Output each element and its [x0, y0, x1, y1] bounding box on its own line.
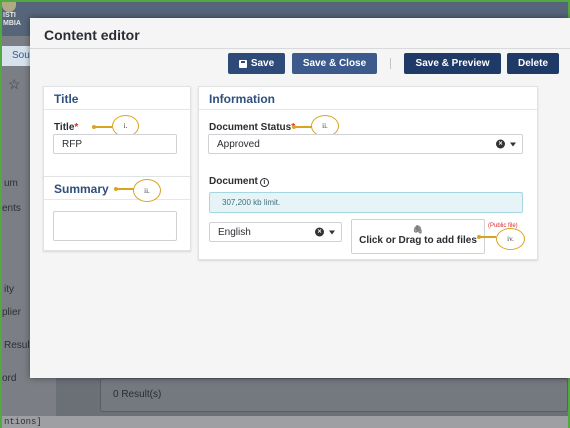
summary-textarea[interactable] [53, 211, 177, 241]
file-dropzone[interactable]: 🖇 Click or Drag to add files [351, 219, 485, 254]
save-close-button[interactable]: Save & Close [292, 53, 377, 74]
marker-leader-line [94, 126, 112, 128]
panel-divider [199, 109, 537, 110]
annotation-marker: iv. [496, 228, 525, 250]
status-bar: ntions] [2, 416, 568, 428]
annotation-marker: ii. [133, 179, 161, 202]
marker-leader-line [116, 188, 134, 190]
logo-sun-icon [2, 2, 16, 12]
clear-icon[interactable]: × [496, 139, 505, 149]
content-editor-modal: Content editor Save Save & Close Save & … [30, 18, 570, 378]
status-label-text: Document Status [209, 122, 292, 133]
language-select-value: English [218, 226, 251, 238]
language-select-controls: × [315, 227, 335, 237]
chevron-down-icon[interactable] [510, 142, 516, 146]
information-panel-heading: Information [209, 92, 275, 106]
star-icon[interactable]: ☆ [8, 76, 21, 93]
information-panel: Information Document Status* ii. Approve… [198, 86, 538, 260]
results-count: 0 Result(s) [100, 378, 568, 412]
file-size-limit-notice: 307,200 kb limit. [209, 192, 523, 213]
save-preview-button[interactable]: Save & Preview [404, 53, 501, 74]
title-panel: Title Title* i. RFP [43, 86, 191, 178]
language-select[interactable]: English × [209, 222, 342, 242]
header-divider [30, 48, 570, 49]
dropzone-label: Click or Drag to add files [359, 235, 477, 246]
marker-leader-line [479, 236, 496, 238]
document-status-label: Document Status* [209, 122, 295, 133]
paperclip-icon: 🖇 [412, 225, 424, 234]
panel-divider [44, 199, 190, 200]
title-label-text: Title [54, 122, 75, 133]
panel-divider [44, 109, 190, 110]
document-label: Document i [209, 176, 269, 187]
summary-panel: Summary ii. [43, 176, 191, 251]
clear-icon[interactable]: × [315, 227, 324, 237]
delete-button[interactable]: Delete [507, 53, 559, 74]
document-label-text: Document [209, 176, 258, 187]
status-select-controls: × [496, 139, 516, 149]
modal-title: Content editor [44, 27, 140, 43]
info-icon[interactable]: i [259, 178, 269, 187]
save-button[interactable]: Save [228, 53, 285, 74]
title-panel-heading: Title [54, 92, 79, 106]
marker-leader-line [294, 126, 312, 128]
title-input[interactable]: RFP [53, 134, 177, 154]
status-select-value: Approved [217, 138, 260, 150]
document-status-select[interactable]: Approved × [208, 134, 523, 154]
required-mark: * [74, 122, 79, 133]
summary-panel-heading: Summary [54, 182, 109, 196]
toolbar-separator [390, 58, 391, 69]
save-disk-icon [238, 59, 247, 68]
save-button-label: Save [250, 58, 275, 69]
title-field-label: Title* [54, 122, 78, 133]
chevron-down-icon[interactable] [329, 230, 335, 234]
